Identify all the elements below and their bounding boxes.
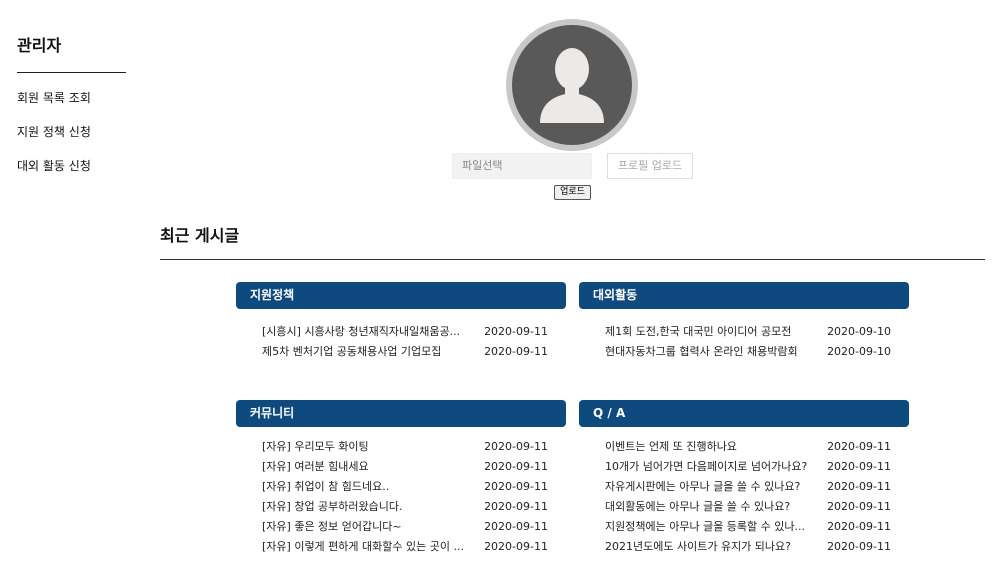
post-row: 이벤트는 언제 또 진행하나요 2020-09-11 — [579, 437, 909, 457]
recent-posts-title: 최근 게시글 — [160, 226, 240, 245]
post-date: 2020-09-11 — [484, 500, 548, 513]
post-row: [자유] 이렇게 편하게 대화할수 있는 곳이 ... 2020-09-11 — [236, 537, 566, 557]
post-date: 2020-09-11 — [484, 325, 548, 338]
post-date: 2020-09-11 — [484, 480, 548, 493]
post-date: 2020-09-11 — [484, 345, 548, 358]
post-title[interactable]: [시흥시] 시흥사랑 청년재직자내일채움공... — [236, 322, 466, 342]
profile-avatar — [506, 19, 638, 151]
board-header[interactable]: 커뮤니티 — [236, 400, 566, 427]
post-row: 현대자동차그룹 협력사 온라인 채용박람회 2020-09-10 — [579, 342, 909, 362]
post-title[interactable]: 이벤트는 언제 또 진행하나요 — [579, 437, 809, 457]
file-select-input[interactable]: 파일선택 — [452, 153, 592, 179]
post-title[interactable]: [자유] 이렇게 편하게 대화할수 있는 곳이 ... — [236, 537, 466, 557]
post-date: 2020-09-11 — [484, 540, 548, 553]
post-title[interactable]: 10개가 넘어가면 다음페이지로 넘어가나요? — [579, 457, 809, 477]
post-title[interactable]: [자유] 취업이 참 힘드네요.. — [236, 477, 466, 497]
post-title[interactable]: 제1회 도전,한국 대국민 아이디어 공모전 — [579, 322, 809, 342]
post-row: 대외활동에는 아무나 글을 쓸 수 있나요? 2020-09-11 — [579, 497, 909, 517]
post-date: 2020-09-11 — [827, 460, 891, 473]
profile-upload-button[interactable]: 프로필 업로드 — [607, 153, 693, 179]
board-header[interactable]: 지원정책 — [236, 282, 566, 309]
sidebar-item-policy-apply[interactable]: 지원 정책 신청 — [17, 125, 126, 140]
post-title[interactable]: 지원정책에는 아무나 글을 등록할 수 있나... — [579, 517, 809, 537]
upload-button[interactable]: 업로드 — [554, 185, 591, 200]
post-row: 10개가 넘어가면 다음페이지로 넘어가나요? 2020-09-11 — [579, 457, 909, 477]
post-row: 제5차 벤처기업 공동채용사업 기업모집 2020-09-11 — [236, 342, 566, 362]
post-title[interactable]: [자유] 우리모두 화이팅 — [236, 437, 466, 457]
sidebar-title: 관리자 — [17, 34, 126, 73]
post-date: 2020-09-11 — [827, 480, 891, 493]
post-date: 2020-09-11 — [827, 520, 891, 533]
post-title[interactable]: 현대자동차그룹 협력사 온라인 채용박람회 — [579, 342, 809, 362]
divider — [160, 259, 985, 260]
post-date: 2020-09-11 — [484, 460, 548, 473]
board-header[interactable]: 대외활동 — [579, 282, 909, 309]
post-date: 2020-09-10 — [827, 345, 891, 358]
post-row: 자유게시판에는 아무나 글을 쓸 수 있나요? 2020-09-11 — [579, 477, 909, 497]
post-title[interactable]: 2021년도에도 사이트가 유지가 되나요? — [579, 537, 809, 557]
post-title[interactable]: [자유] 좋은 정보 얻어갑니다~ — [236, 517, 466, 537]
post-row: [자유] 좋은 정보 얻어갑니다~ 2020-09-11 — [236, 517, 566, 537]
admin-sidebar: 관리자 회원 목록 조회 지원 정책 신청 대외 활동 신청 — [17, 34, 126, 174]
post-row: [자유] 여러분 힘내세요 2020-09-11 — [236, 457, 566, 477]
post-row: [자유] 창업 공부하러왔습니다. 2020-09-11 — [236, 497, 566, 517]
sidebar-item-activity-apply[interactable]: 대외 활동 신청 — [17, 159, 126, 174]
post-row: 2021년도에도 사이트가 유지가 되나요? 2020-09-11 — [579, 537, 909, 557]
post-title[interactable]: 제5차 벤처기업 공동채용사업 기업모집 — [236, 342, 466, 362]
post-date: 2020-09-11 — [827, 440, 891, 453]
post-date: 2020-09-10 — [827, 325, 891, 338]
post-row: [자유] 취업이 참 힘드네요.. 2020-09-11 — [236, 477, 566, 497]
post-row: [시흥시] 시흥사랑 청년재직자내일채움공... 2020-09-11 — [236, 322, 566, 342]
post-date: 2020-09-11 — [484, 440, 548, 453]
post-date: 2020-09-11 — [484, 520, 548, 533]
board-header[interactable]: Q / A — [579, 400, 909, 427]
post-title[interactable]: 자유게시판에는 아무나 글을 쓸 수 있나요? — [579, 477, 809, 497]
board-qna: Q / A 이벤트는 언제 또 진행하나요 2020-09-11 10개가 넘어… — [579, 400, 909, 557]
post-title[interactable]: [자유] 여러분 힘내세요 — [236, 457, 466, 477]
sidebar-item-member-list[interactable]: 회원 목록 조회 — [17, 91, 126, 106]
post-date: 2020-09-11 — [827, 500, 891, 513]
post-title[interactable]: 대외활동에는 아무나 글을 쓸 수 있나요? — [579, 497, 809, 517]
user-silhouette-icon — [512, 25, 632, 145]
board-activity: 대외활동 제1회 도전,한국 대국민 아이디어 공모전 2020-09-10 현… — [579, 282, 909, 362]
post-row: 지원정책에는 아무나 글을 등록할 수 있나... 2020-09-11 — [579, 517, 909, 537]
post-title[interactable]: [자유] 창업 공부하러왔습니다. — [236, 497, 466, 517]
post-row: [자유] 우리모두 화이팅 2020-09-11 — [236, 437, 566, 457]
post-date: 2020-09-11 — [827, 540, 891, 553]
post-row: 제1회 도전,한국 대국민 아이디어 공모전 2020-09-10 — [579, 322, 909, 342]
board-community: 커뮤니티 [자유] 우리모두 화이팅 2020-09-11 [자유] 여러분 힘… — [236, 400, 566, 557]
board-policy: 지원정책 [시흥시] 시흥사랑 청년재직자내일채움공... 2020-09-11… — [236, 282, 566, 362]
